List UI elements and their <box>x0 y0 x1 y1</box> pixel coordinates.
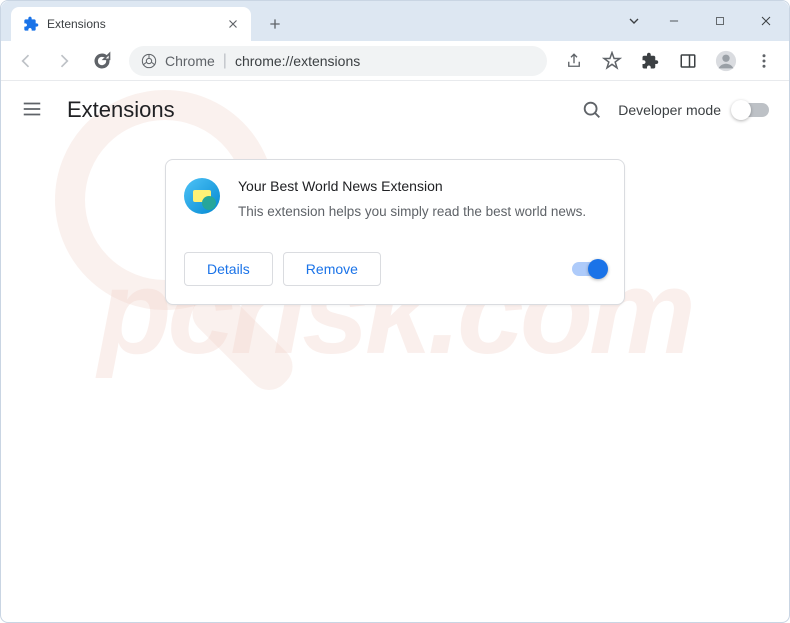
page-title: Extensions <box>67 97 175 123</box>
extension-description: This extension helps you simply read the… <box>238 202 606 222</box>
omnibox-prefix: Chrome <box>165 53 215 69</box>
remove-button[interactable]: Remove <box>283 252 381 286</box>
titlebar: Extensions <box>1 1 789 41</box>
profile-button[interactable] <box>709 44 743 78</box>
omnibox-url: chrome://extensions <box>235 53 535 69</box>
hamburger-menu[interactable] <box>21 98 45 122</box>
tab-title: Extensions <box>47 17 225 31</box>
forward-button[interactable] <box>47 44 81 78</box>
maximize-button[interactable] <box>697 1 743 41</box>
browser-window: Extensions <box>0 0 790 623</box>
window-controls <box>617 1 789 41</box>
addressbar: Chrome | chrome://extensions <box>1 41 789 81</box>
details-button[interactable]: Details <box>184 252 273 286</box>
extension-enable-toggle[interactable] <box>572 262 606 276</box>
extension-icon <box>184 178 220 214</box>
menu-button[interactable] <box>747 44 781 78</box>
toggle-knob <box>731 100 751 120</box>
omnibox[interactable]: Chrome | chrome://extensions <box>129 46 547 76</box>
new-tab-button[interactable] <box>261 10 289 38</box>
close-window-button[interactable] <box>743 1 789 41</box>
chrome-icon <box>141 53 157 69</box>
back-button[interactable] <box>9 44 43 78</box>
close-tab-button[interactable] <box>225 16 241 32</box>
extension-card: Your Best World News Extension This exte… <box>165 159 625 305</box>
reload-button[interactable] <box>85 44 119 78</box>
sidepanel-button[interactable] <box>671 44 705 78</box>
omnibox-separator: | <box>223 52 227 70</box>
developer-mode-toggle[interactable] <box>733 103 769 117</box>
tab-search-button[interactable] <box>617 1 651 41</box>
search-extensions-button[interactable] <box>572 90 612 130</box>
share-button[interactable] <box>557 44 591 78</box>
toggle-knob <box>588 259 608 279</box>
extension-name: Your Best World News Extension <box>238 178 606 194</box>
extensions-content: Your Best World News Extension This exte… <box>1 139 789 622</box>
page-header: Extensions Developer mode <box>1 81 789 139</box>
developer-mode-label: Developer mode <box>618 102 721 118</box>
extensions-button[interactable] <box>633 44 667 78</box>
puzzle-icon <box>23 16 39 32</box>
browser-tab[interactable]: Extensions <box>11 7 251 41</box>
bookmark-button[interactable] <box>595 44 629 78</box>
minimize-button[interactable] <box>651 1 697 41</box>
